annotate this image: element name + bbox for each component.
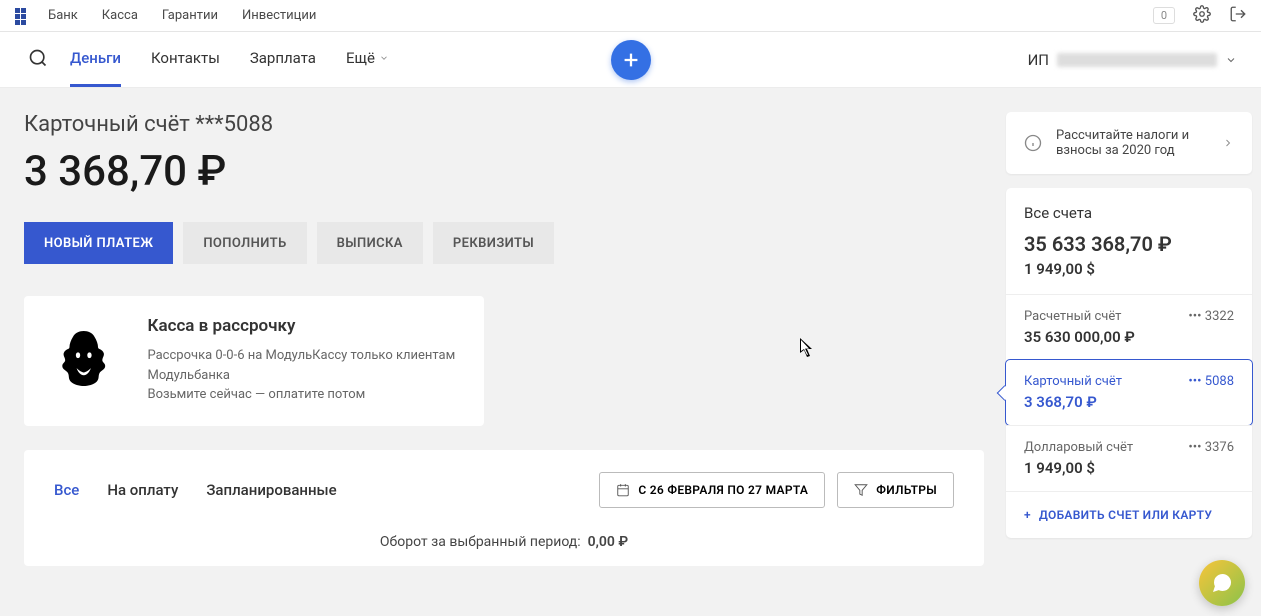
filter-icon — [854, 483, 868, 497]
tab-money[interactable]: Деньги — [70, 32, 121, 87]
accounts-card: Все счета 35 633 368,70 ₽ 1 949,00 $ Рас… — [1006, 188, 1252, 538]
tab-more[interactable]: Ещё — [346, 32, 389, 87]
topnav-bank[interactable]: Банк — [48, 8, 78, 23]
tab-salary[interactable]: Зарплата — [250, 32, 316, 87]
promo-line1: Рассрочка 0-0-6 на МодульКассу только кл… — [147, 346, 460, 385]
tab-contacts[interactable]: Контакты — [151, 32, 220, 87]
txn-tab-all[interactable]: Все — [54, 481, 79, 499]
logout-icon[interactable] — [1229, 5, 1247, 27]
promo-portrait-icon — [48, 316, 119, 406]
promo-title: Касса в рассрочку — [147, 316, 460, 336]
gear-icon[interactable] — [1193, 5, 1211, 27]
mainnav: Деньги Контакты Зарплата Ещё ИП — [0, 32, 1261, 88]
chevron-down-icon — [379, 53, 389, 63]
topnav-guarantees[interactable]: Гарантии — [162, 8, 218, 23]
turnover-row: Оборот за выбранный период: 0,00 ₽ — [54, 534, 954, 550]
all-accounts-title: Все счета — [1024, 204, 1234, 222]
add-account-button[interactable]: +ДОБАВИТЬ СЧЕТ ИЛИ КАРТУ — [1006, 491, 1252, 538]
transactions-panel: Все На оплату Запланированные С 26 ФЕВРА… — [24, 450, 984, 566]
txn-tab-topay[interactable]: На оплату — [107, 481, 178, 499]
promo-card[interactable]: Касса в рассрочку Рассрочка 0-0-6 на Мод… — [24, 296, 484, 426]
bank-logo — [14, 8, 30, 24]
user-menu[interactable]: ИП — [1028, 51, 1237, 69]
chevron-right-icon — [1222, 134, 1234, 152]
plus-icon — [620, 49, 642, 71]
user-prefix: ИП — [1028, 51, 1049, 69]
account-item-card[interactable]: Карточный счёт••• 5088 3 368,70 ₽ — [1005, 359, 1253, 426]
topnav: Банк Касса Гарантии Инвестиции — [48, 8, 316, 23]
search-icon[interactable] — [28, 48, 48, 72]
info-icon — [1024, 134, 1042, 152]
chat-button[interactable] — [1199, 560, 1245, 606]
topnav-kassa[interactable]: Касса — [102, 8, 138, 23]
plus-icon: + — [1024, 508, 1031, 522]
chat-icon — [1210, 571, 1234, 595]
date-range-button[interactable]: С 26 ФЕВРАЛЯ ПО 27 МАРТА — [599, 472, 825, 508]
add-button[interactable] — [611, 40, 651, 80]
new-payment-button[interactable]: НОВЫЙ ПЛАТЕЖ — [24, 222, 173, 264]
account-item-dollar[interactable]: Долларовый счёт••• 3376 1 949,00 $ — [1006, 425, 1252, 491]
filters-button[interactable]: ФИЛЬТРЫ — [837, 472, 954, 508]
calendar-icon — [616, 483, 630, 497]
account-balance: 3 368,70 ₽ — [24, 147, 984, 196]
all-accounts-rub: 35 633 368,70 ₽ — [1024, 232, 1234, 256]
topbar: Банк Касса Гарантии Инвестиции 0 — [0, 0, 1261, 32]
topnav-investments[interactable]: Инвестиции — [242, 8, 316, 23]
notification-badge[interactable]: 0 — [1153, 7, 1175, 24]
statement-button[interactable]: ВЫПИСКА — [317, 222, 423, 264]
promo-line2: Возьмите сейчас — оплатите потом — [147, 385, 460, 405]
tax-notice-card[interactable]: Рассчитайте налоги и взносы за 2020 год — [1006, 112, 1252, 174]
txn-tab-scheduled[interactable]: Запланированные — [206, 481, 336, 499]
account-item-checking[interactable]: Расчетный счёт••• 3322 35 630 000,00 ₽ — [1006, 294, 1252, 360]
account-title: Карточный счёт ***5088 — [24, 112, 984, 137]
all-accounts-usd: 1 949,00 $ — [1024, 260, 1234, 278]
topup-button[interactable]: ПОПОЛНИТЬ — [183, 222, 306, 264]
user-name-redacted — [1057, 53, 1217, 67]
details-button[interactable]: РЕКВИЗИТЫ — [433, 222, 554, 264]
chevron-down-icon — [1225, 54, 1237, 66]
